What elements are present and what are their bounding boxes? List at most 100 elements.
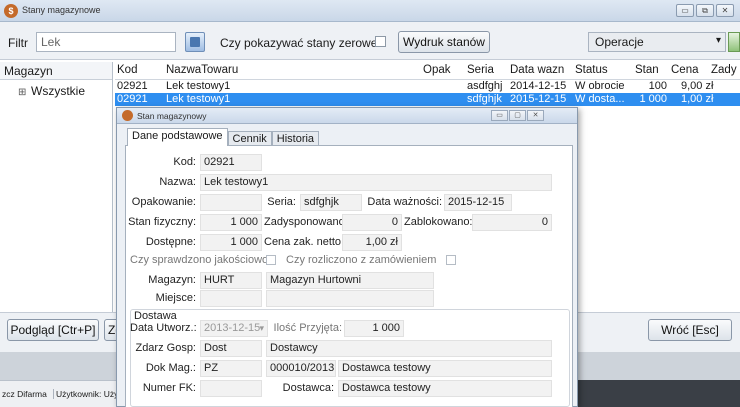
wroc-button[interactable]: Wróć [Esc]	[648, 319, 732, 341]
col-stan[interactable]: Stan	[635, 64, 659, 76]
dok-mag-label: Dok Mag.:	[145, 362, 196, 374]
zdarz-code-field[interactable]: Dost	[200, 340, 262, 357]
zerowe-checkbox[interactable]	[375, 36, 386, 47]
magazyn-header: Magazyn	[0, 62, 112, 80]
dok-mag-name-field[interactable]: Dostawca testowy	[338, 360, 552, 377]
chevron-down-icon: ▾	[259, 323, 264, 333]
filtr-input[interactable]: Lek	[36, 32, 176, 52]
status-company: zcz Difarma	[2, 389, 54, 399]
stan-magazynowy-dialog: Stan magazynowy ▭ ▢ ✕ Dane podstawowe Ce…	[116, 107, 578, 407]
dok-mag-code-field[interactable]: PZ	[200, 360, 262, 377]
dostepne-label: Dostępne:	[145, 236, 196, 248]
cell-stan: 1 000	[639, 93, 667, 105]
tab-cennik[interactable]: Cennik	[227, 131, 272, 146]
dostawa-label: Dostawa	[134, 310, 177, 322]
col-opak[interactable]: Opak	[423, 64, 451, 76]
zadysponowano-field[interactable]: 0	[342, 214, 402, 231]
dostawca-field[interactable]: Dostawca testowy	[338, 380, 552, 397]
nazwa-field[interactable]: Lek testowy1	[200, 174, 552, 191]
table-row[interactable]: 02921 Lek testowy1 sdfghjk 2015-12-15 W …	[115, 93, 740, 106]
col-seria[interactable]: Seria	[467, 64, 494, 76]
dialog-minimize-button[interactable]: ▭	[491, 110, 508, 121]
dostepne-field[interactable]: 1 000	[200, 234, 262, 251]
zadysponowano-label: Zadysponowano:	[264, 216, 348, 228]
col-status[interactable]: Status	[575, 64, 608, 76]
cena-label: Cena zak. netto:	[264, 236, 345, 248]
export-icon[interactable]	[728, 32, 740, 52]
wydruk-button[interactable]: Wydruk stanów	[398, 31, 490, 53]
maximize-button[interactable]: ⧉	[696, 4, 714, 17]
rozliczono-checkbox[interactable]	[446, 255, 456, 265]
col-zad[interactable]: Zady	[711, 64, 737, 76]
cell-kod: 02921	[117, 80, 148, 92]
window-controls: ▭ ⧉ ✕	[676, 4, 734, 17]
cell-cena: 1,00 zł	[681, 93, 714, 105]
data-utworz-label: Data Utworz.:	[130, 322, 197, 334]
magazyn-panel: Magazyn ⊞ Wszystkie	[0, 62, 113, 312]
miejsce-name-field[interactable]	[266, 290, 434, 307]
tree-item-wszystkie[interactable]: ⊞ Wszystkie	[18, 84, 85, 98]
expand-icon[interactable]: ⊞	[18, 87, 27, 98]
dialog-titlebar: Stan magazynowy ▭ ▢ ✕	[117, 108, 577, 124]
cell-kod: 02921	[117, 93, 148, 105]
zablokowano-label: Zablokowano:	[404, 216, 473, 228]
cell-stan: 100	[648, 80, 667, 92]
tab-historia[interactable]: Historia	[271, 131, 320, 146]
data-utworz-value: 2013-12-15	[204, 322, 261, 334]
dialog-maximize-button[interactable]: ▢	[509, 110, 526, 121]
seria-field[interactable]: sdfghjk	[300, 194, 362, 211]
dialog-app-icon	[122, 110, 133, 121]
dialog-tabs: Dane podstawowe Cennik Historia	[127, 128, 320, 146]
zdarz-name-field[interactable]: Dostawcy	[266, 340, 552, 357]
minimize-button[interactable]: ▭	[676, 4, 694, 17]
col-kod[interactable]: Kod	[117, 64, 137, 76]
col-data[interactable]: Data wazn	[510, 64, 564, 76]
data-waznosci-field[interactable]: 2015-12-15	[444, 194, 512, 211]
stan-fizyczny-field[interactable]: 1 000	[200, 214, 262, 231]
ilosc-field[interactable]: 1 000	[344, 320, 404, 337]
cell-status: W obrocie	[575, 80, 625, 92]
kod-field[interactable]: 02921	[200, 154, 262, 171]
dostawca-label: Dostawca:	[282, 382, 334, 394]
window-title: Stany magazynowe	[22, 5, 101, 15]
main-titlebar: $ Stany magazynowe ▭ ⧉ ✕	[0, 0, 740, 22]
table-row[interactable]: 02921 Lek testowy1 asdfghj 2014-12-15 W …	[115, 80, 740, 93]
tab-dane-podstawowe[interactable]: Dane podstawowe	[127, 128, 228, 146]
magazyn-name-field[interactable]: Magazyn Hurtowni	[266, 272, 434, 289]
dok-mag-number-field[interactable]: 000010/2013	[266, 360, 336, 377]
dane-podstawowe-panel: Kod: 02921 Nazwa: Lek testowy1 Opakowani…	[125, 145, 573, 407]
opakowanie-label: Opakowanie:	[131, 196, 196, 208]
operacje-select[interactable]: Operacje ▾	[588, 32, 726, 52]
cell-seria: asdfghj	[467, 80, 503, 92]
opakowanie-field[interactable]	[200, 194, 262, 211]
search-icon[interactable]	[185, 32, 205, 52]
zablokowano-field[interactable]: 0	[472, 214, 552, 231]
dialog-title: Stan magazynowy	[137, 111, 207, 121]
nazwa-label: Nazwa:	[159, 176, 196, 188]
sprawdzono-label: Czy sprawdzono jakościowo	[130, 254, 269, 266]
kod-label: Kod:	[173, 156, 196, 168]
data-utworz-field[interactable]: 2013-12-15 ▾	[200, 320, 268, 337]
cena-field[interactable]: 1,00 zł	[342, 234, 402, 251]
toolbar: Filtr Lek Czy pokazywać stany zerowe Wyd…	[0, 22, 740, 60]
cell-data: 2015-12-15	[510, 93, 567, 105]
col-nazwa[interactable]: NazwaTowaru	[166, 64, 238, 76]
col-cena[interactable]: Cena	[671, 64, 699, 76]
miejsce-code-field[interactable]	[200, 290, 262, 307]
cell-nazwa: Lek testowy1	[166, 93, 231, 105]
podglad-button[interactable]: Podgląd [Ctr+P]	[7, 319, 99, 341]
operacje-value: Operacje	[595, 35, 644, 49]
cell-seria: sdfghjk	[467, 93, 502, 105]
cell-status: W dosta...	[575, 93, 625, 105]
tree-item-label: Wszystkie	[31, 84, 85, 98]
magazyn-code-field[interactable]: HURT	[200, 272, 262, 289]
grid-header: Kod NazwaTowaru Opak Seria Data wazn Sta…	[115, 64, 740, 80]
numer-fk-field[interactable]	[200, 380, 262, 397]
close-button[interactable]: ✕	[716, 4, 734, 17]
cell-data: 2014-12-15	[510, 80, 567, 92]
dialog-close-button[interactable]: ✕	[527, 110, 544, 121]
seria-label: Seria:	[267, 196, 296, 208]
rozliczono-label: Czy rozliczono z zamówieniem	[286, 254, 437, 266]
cell-cena: 9,00 zł	[681, 80, 714, 92]
sprawdzono-checkbox[interactable]	[266, 255, 276, 265]
